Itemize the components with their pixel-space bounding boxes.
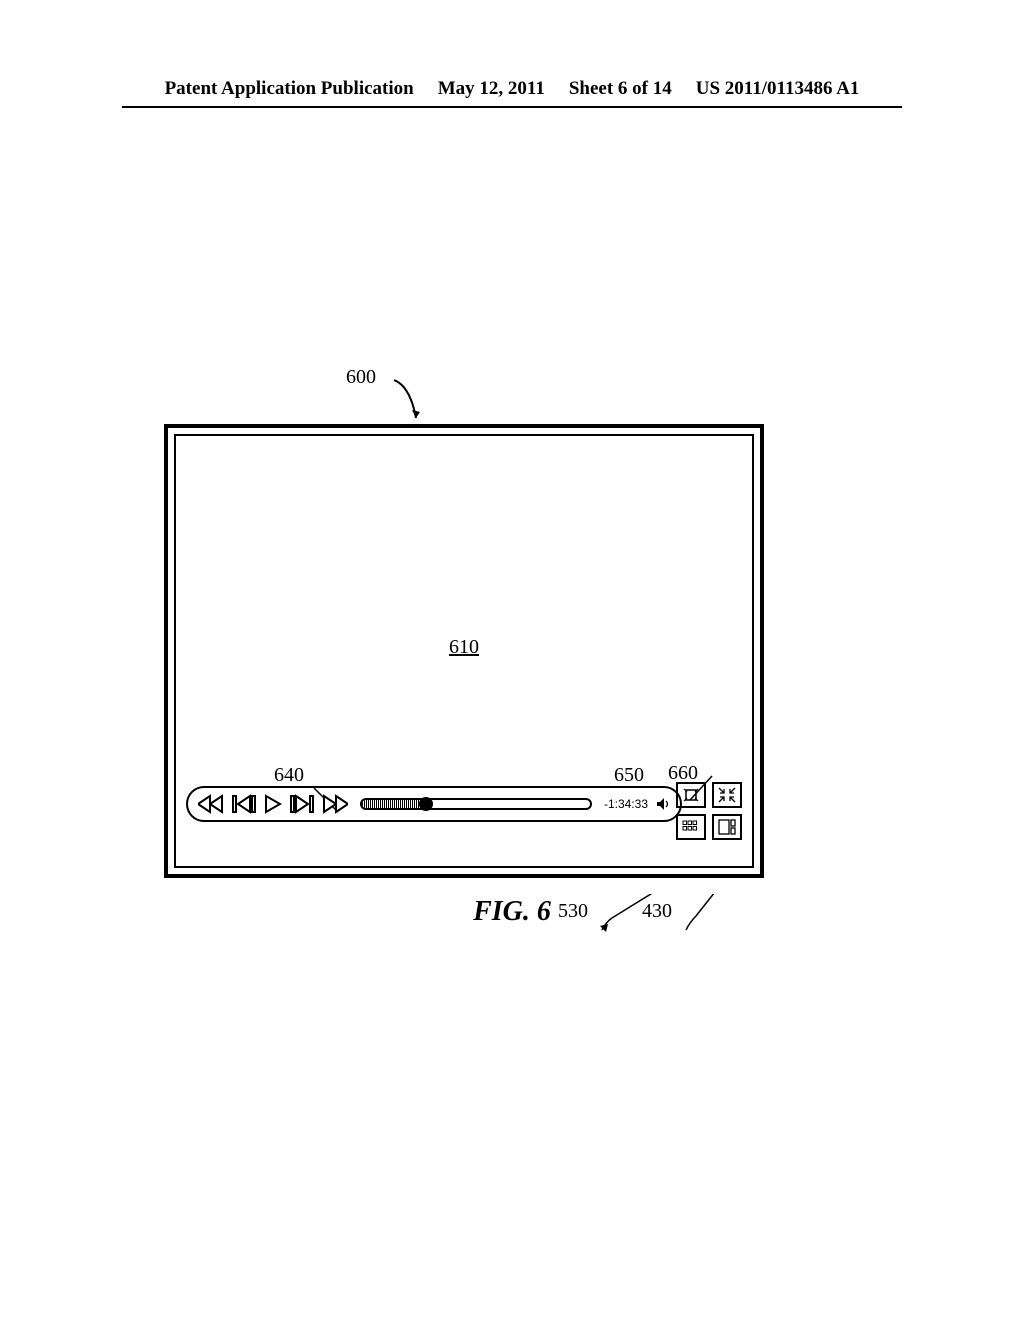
figure-caption: FIG. 6 [0, 896, 1024, 928]
playback-controls-bar: -1:34:33 [186, 786, 682, 822]
volume-button[interactable] [656, 797, 670, 811]
ref-label-430: 430 [642, 900, 672, 923]
grid-large-icon [717, 818, 737, 836]
shrink-icon [717, 786, 737, 804]
ref-label-650: 650 [614, 764, 644, 787]
grid-small-button[interactable] [676, 814, 706, 840]
grid-small-icon [681, 818, 701, 836]
next-button[interactable] [290, 794, 314, 814]
page-header: Patent Application Publication May 12, 2… [0, 78, 1024, 108]
publication-date: May 12, 2011 [438, 78, 545, 100]
expand-button[interactable] [676, 782, 706, 808]
ref-label-600: 600 [346, 366, 376, 389]
progress-fill [362, 800, 426, 808]
progress-playhead[interactable] [419, 797, 433, 811]
ref-label-610: 610 [176, 636, 752, 659]
ref-label-530: 530 [558, 900, 588, 923]
previous-button[interactable] [232, 794, 256, 814]
ref-label-640: 640 [274, 764, 304, 787]
leader-line-430 [682, 894, 730, 934]
publication-number: US 2011/0113486 A1 [696, 78, 860, 100]
play-button[interactable] [264, 794, 282, 814]
expand-icon [681, 786, 701, 804]
publication-type: Patent Application Publication [165, 78, 414, 100]
sheet-number: Sheet 6 of 14 [569, 78, 672, 100]
patent-page: Patent Application Publication May 12, 2… [0, 0, 1024, 1320]
rewind-button[interactable] [198, 794, 224, 814]
progress-scrubber[interactable] [360, 798, 592, 810]
device-outer-frame: 610 640 650 660 [164, 424, 764, 878]
shrink-button[interactable] [712, 782, 742, 808]
device-screen: 610 640 650 660 [174, 434, 754, 868]
header-line: Patent Application Publication May 12, 2… [0, 78, 1024, 100]
speaker-icon [656, 797, 670, 811]
grid-large-button[interactable] [712, 814, 742, 840]
fast-forward-button[interactable] [322, 794, 348, 814]
time-remaining: -1:34:33 [604, 797, 648, 811]
side-button-grid [676, 782, 742, 840]
leader-line-600 [392, 378, 422, 426]
header-rule [122, 106, 902, 108]
